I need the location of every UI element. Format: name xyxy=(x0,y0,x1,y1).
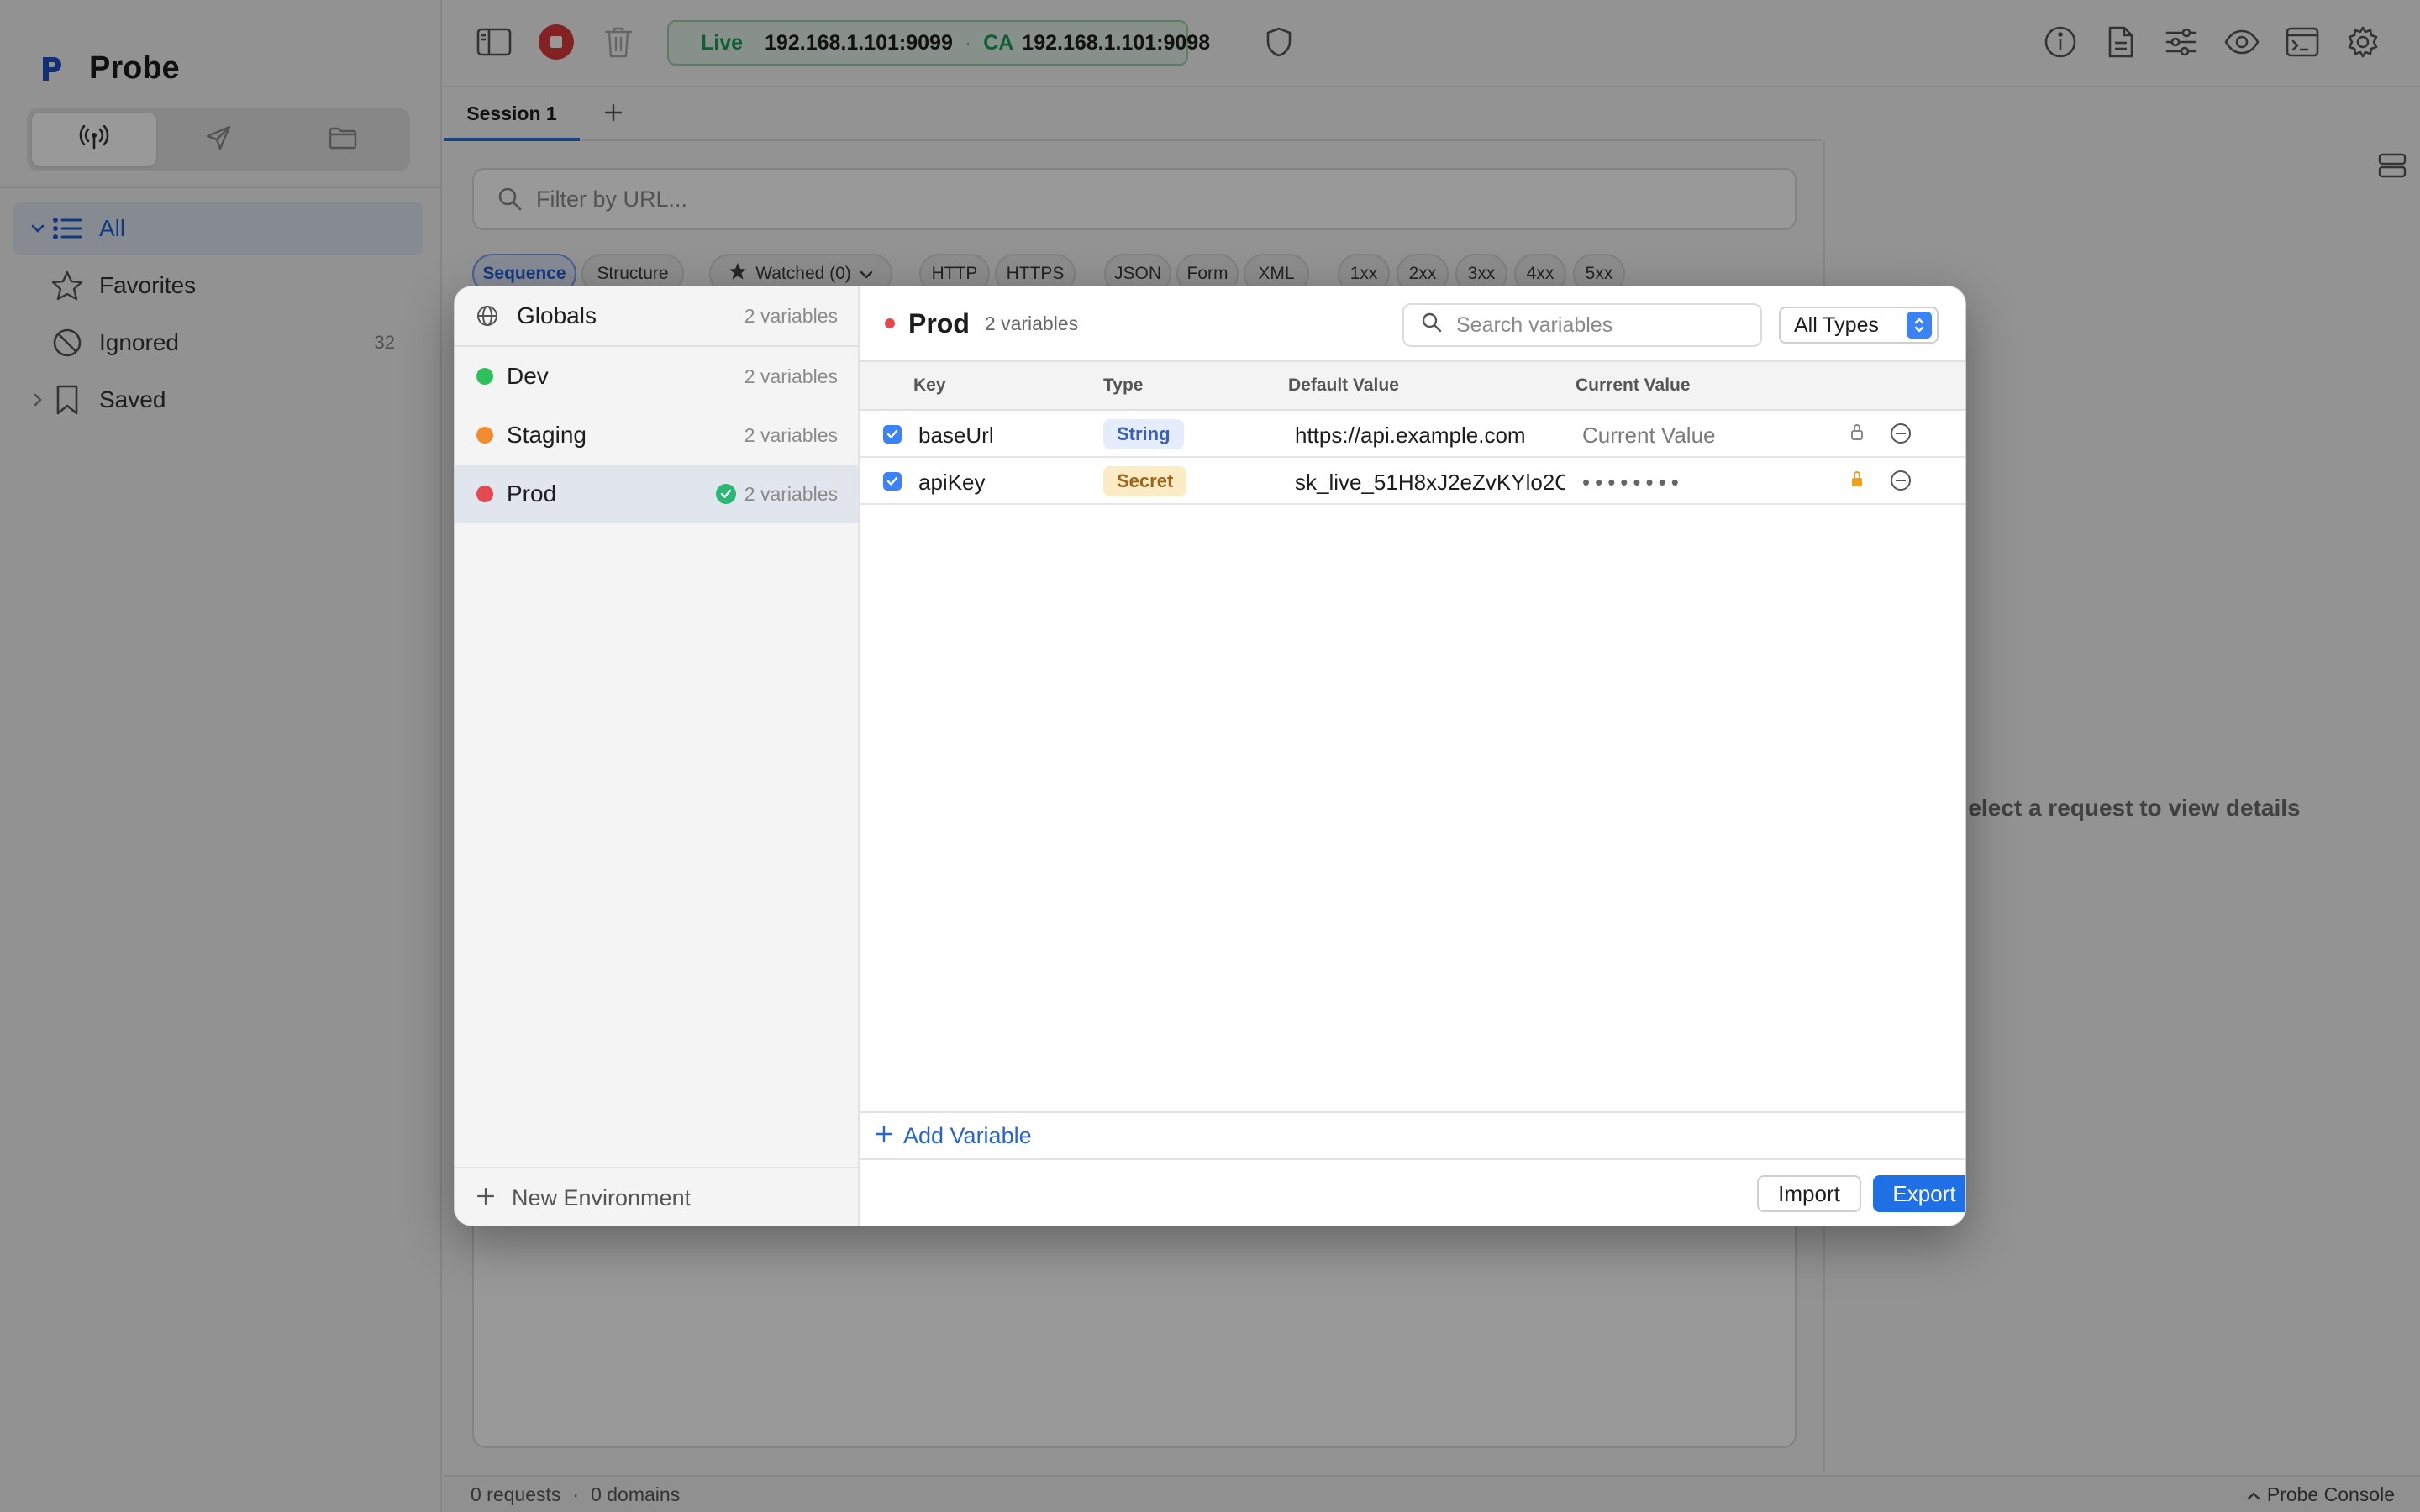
env-detail-count: 2 variables xyxy=(984,312,1079,334)
environment-list: Globals 2 variables Dev 2 variables Stag… xyxy=(455,286,860,1226)
variable-type-badge[interactable]: Secret xyxy=(1103,466,1187,496)
lock-icon[interactable] xyxy=(1849,470,1865,496)
env-item-dev[interactable]: Dev 2 variables xyxy=(455,347,858,406)
environment-detail: Prod 2 variables Search variables All Ty… xyxy=(860,286,1965,1226)
globe-icon xyxy=(476,305,498,327)
env-detail-header: Prod 2 variables Search variables All Ty… xyxy=(860,286,1965,362)
env-name: Staging xyxy=(507,422,587,448)
variable-default-value[interactable]: https://api.example.com xyxy=(1295,423,1565,449)
dialog-footer: Import Export xyxy=(860,1158,1965,1226)
variable-default-value[interactable]: sk_live_51H8xJ2eZvKYlo2C( xyxy=(1295,470,1565,496)
column-default-value: Default Value xyxy=(1288,375,1399,395)
variable-search-input[interactable]: Search variables xyxy=(1402,303,1762,347)
env-name: Dev xyxy=(507,363,549,389)
remove-variable-icon[interactable] xyxy=(1890,423,1912,450)
type-filter-value: All Types xyxy=(1794,312,1879,337)
variable-current-value[interactable]: •••••••• xyxy=(1582,470,1834,496)
variable-type-badge[interactable]: String xyxy=(1103,419,1184,449)
type-filter-select[interactable]: All Types xyxy=(1779,307,1939,344)
env-name: Prod xyxy=(507,480,557,507)
variable-enabled-checkbox[interactable] xyxy=(883,425,902,444)
env-variable-count: 2 variables xyxy=(744,365,838,387)
environments-dialog: Globals 2 variables Dev 2 variables Stag… xyxy=(454,286,1966,1226)
env-name: Globals xyxy=(517,302,597,328)
select-stepper-icon xyxy=(1907,312,1932,339)
env-color-dot xyxy=(476,368,493,385)
env-variable-count: 2 variables xyxy=(744,304,838,327)
variable-row: baseUrl String https://api.example.com C… xyxy=(860,411,1965,458)
env-color-dot xyxy=(885,318,895,328)
variable-key[interactable]: baseUrl xyxy=(918,423,994,449)
unlock-icon[interactable] xyxy=(1849,423,1865,449)
variable-enabled-checkbox[interactable] xyxy=(883,472,902,491)
variable-row: apiKey Secret sk_live_51H8xJ2eZvKYlo2C( … xyxy=(860,458,1965,505)
variables-table-header: Key Type Default Value Current Value xyxy=(860,362,1965,411)
env-item-prod[interactable]: Prod 2 variables xyxy=(455,465,858,523)
plus-icon xyxy=(875,1123,893,1149)
variable-current-value[interactable]: Current Value xyxy=(1582,423,1834,449)
export-button[interactable]: Export xyxy=(1873,1175,1965,1212)
import-button[interactable]: Import xyxy=(1757,1175,1861,1212)
remove-variable-icon[interactable] xyxy=(1890,470,1912,497)
env-detail-title: Prod xyxy=(908,307,970,339)
env-variable-count: 2 variables xyxy=(744,482,838,505)
env-count-wrap: 2 variables xyxy=(715,482,838,506)
env-variable-count: 2 variables xyxy=(744,423,838,446)
env-item-globals[interactable]: Globals 2 variables xyxy=(455,286,858,347)
variable-search-placeholder: Search variables xyxy=(1456,312,1613,337)
active-check-icon xyxy=(715,484,736,504)
new-environment-label: New Environment xyxy=(512,1184,692,1210)
column-type: Type xyxy=(1103,375,1144,395)
variable-key[interactable]: apiKey xyxy=(918,470,986,496)
new-environment-button[interactable]: New Environment xyxy=(455,1167,858,1226)
env-color-dot xyxy=(476,486,493,502)
plus-icon xyxy=(476,1185,495,1211)
add-variable-button[interactable]: Add Variable xyxy=(860,1111,1965,1158)
search-icon xyxy=(1421,312,1443,339)
add-variable-label: Add Variable xyxy=(903,1122,1032,1148)
column-current-value: Current Value xyxy=(1576,375,1691,395)
env-color-dot xyxy=(476,427,493,444)
env-item-staging[interactable]: Staging 2 variables xyxy=(455,406,858,465)
column-key: Key xyxy=(913,375,946,395)
